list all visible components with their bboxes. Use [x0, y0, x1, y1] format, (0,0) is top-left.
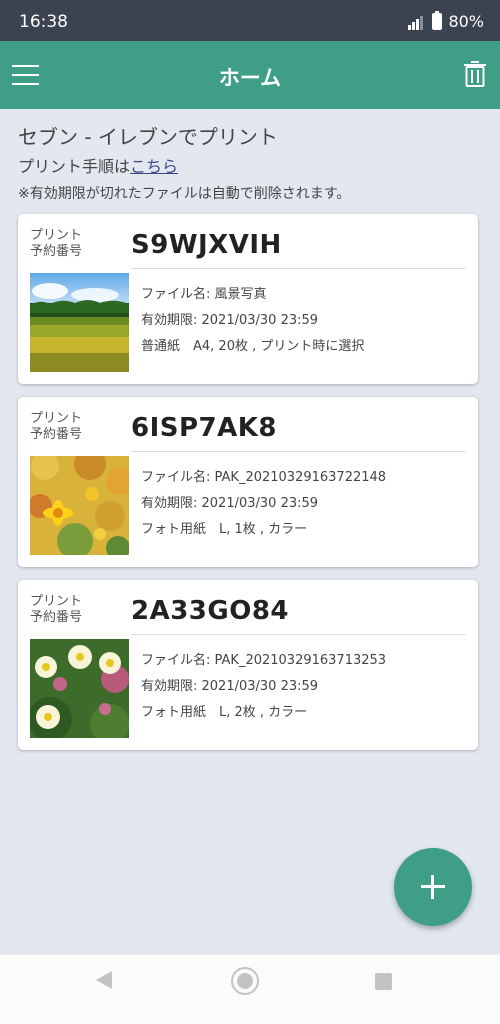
reservation-card[interactable]: プリント 予約番号 6ISP7AK8 ファイル名: PAK_2021032916… — [18, 397, 478, 567]
reservation-details: ファイル名: 風景写真 有効期限: 2021/03/30 23:59 普通紙 A… — [141, 282, 364, 360]
expiry-date: 有効期限: 2021/03/30 23:59 — [141, 496, 319, 511]
divider — [131, 268, 466, 269]
signal-icon — [408, 14, 426, 30]
reservation-label: プリント 予約番号 — [30, 228, 83, 259]
system-nav-bar — [0, 954, 500, 1024]
reservation-label: プリント 予約番号 — [30, 411, 83, 442]
back-icon[interactable] — [96, 971, 112, 989]
section-title: セブン - イレブンでプリント — [18, 125, 278, 149]
file-name: ファイル名: PAK_20210329163722148 — [141, 470, 387, 485]
thumbnail-flowers-white — [30, 639, 129, 738]
expiry-note: ※有効期限が切れたファイルは自動で削除されます。 — [18, 186, 351, 202]
print-settings: フォト用紙 L, 1枚 , カラー — [141, 522, 308, 537]
status-indicators: 80% — [408, 11, 484, 31]
thumbnail-landscape — [30, 273, 129, 372]
divider — [131, 451, 466, 452]
reservation-card[interactable]: プリント 予約番号 2A33GO84 ファイル名: PAK_2021032916… — [18, 580, 478, 750]
file-name: ファイル名: PAK_20210329163713253 — [141, 653, 387, 668]
expiry-date: 有効期限: 2021/03/30 23:59 — [141, 313, 319, 328]
battery-icon — [432, 11, 443, 30]
print-settings: フォト用紙 L, 2枚 , カラー — [141, 705, 308, 720]
reservation-code: 6ISP7AK8 — [131, 413, 277, 443]
home-icon[interactable] — [231, 967, 259, 995]
expiry-date: 有効期限: 2021/03/30 23:59 — [141, 679, 319, 694]
trash-icon[interactable] — [464, 61, 486, 87]
reservation-code: S9WJXVIH — [131, 230, 282, 260]
file-name: ファイル名: 風景写真 — [141, 287, 267, 302]
divider — [131, 634, 466, 635]
thumbnail-flowers-yellow — [30, 456, 129, 555]
print-instructions-link[interactable]: こちら — [130, 157, 178, 176]
reservation-code: 2A33GO84 — [131, 596, 290, 626]
add-icon[interactable] — [394, 848, 472, 926]
reservation-details: ファイル名: PAK_20210329163722148 有効期限: 2021/… — [141, 465, 386, 543]
battery-percent: 80% — [448, 12, 484, 31]
app-bar: ホーム — [0, 41, 500, 109]
reservation-card[interactable]: プリント 予約番号 S9WJXVIH ファイル名: 風景写真 有効期限: 202… — [18, 214, 478, 384]
page-title: ホーム — [218, 66, 282, 90]
print-settings: 普通紙 A4, 20枚 , プリント時に選択 — [141, 339, 365, 354]
print-instructions-prefix: プリント手順は — [18, 157, 131, 176]
status-bar: 16:38 80% — [0, 0, 500, 41]
reservation-details: ファイル名: PAK_20210329163713253 有効期限: 2021/… — [141, 648, 386, 726]
status-time: 16:38 — [19, 12, 68, 32]
recents-icon[interactable] — [375, 973, 392, 990]
reservation-label: プリント 予約番号 — [30, 594, 83, 625]
print-instructions-line: プリント手順はこちら — [18, 153, 178, 177]
